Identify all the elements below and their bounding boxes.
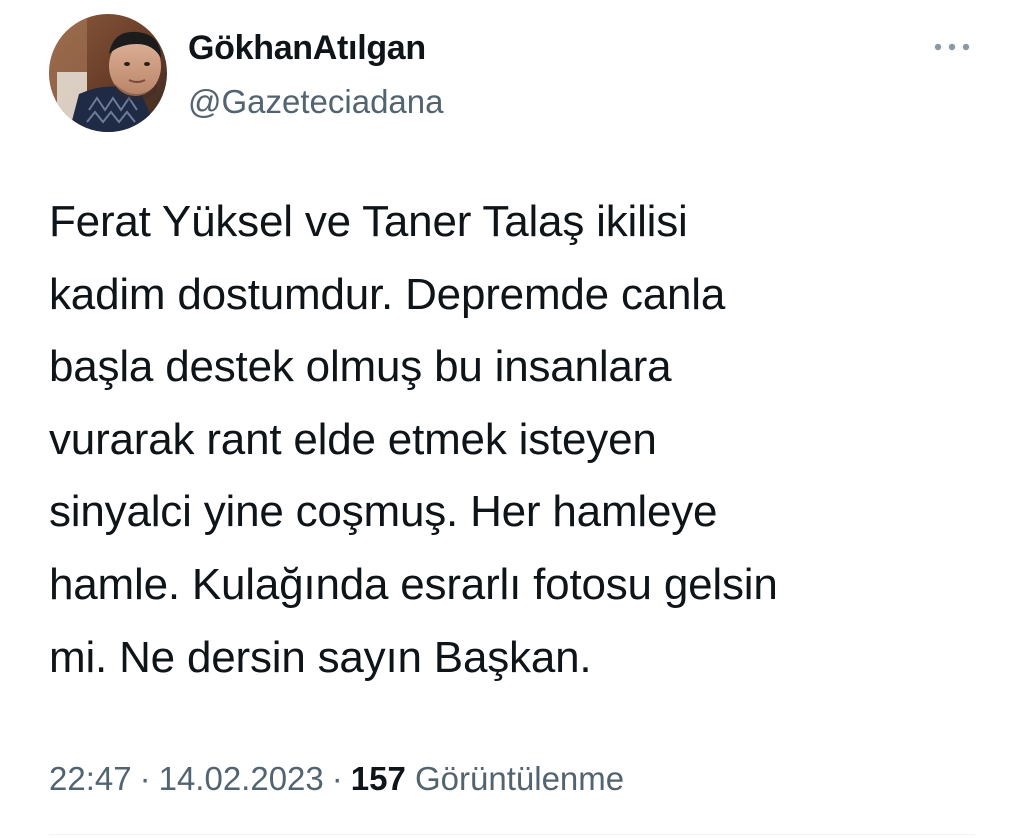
tweet-text: Ferat Yüksel ve Taner Talaş ikilisi kadi… — [49, 197, 778, 682]
author-handle[interactable]: @Gazeteciadana — [188, 82, 444, 122]
tweet-author: GökhanAtılgan @Gazeteciadana — [188, 28, 444, 122]
views-count[interactable]: 157 — [351, 760, 406, 797]
tweet-meta: 22:47 · 14.02.2023 · 157 Görüntülenme — [49, 757, 624, 801]
author-display-name[interactable]: GökhanAtılgan — [188, 28, 444, 68]
tweet: GökhanAtılgan @Gazeteciadana Ferat Yükse… — [0, 0, 1024, 838]
more-options-button[interactable] — [930, 32, 974, 62]
tweet-date[interactable]: 14.02.2023 — [159, 760, 324, 797]
more-options-icon — [934, 43, 970, 51]
profile-avatar[interactable] — [49, 14, 167, 132]
profile-photo-icon — [49, 14, 167, 132]
tweet-time[interactable]: 22:47 — [49, 760, 132, 797]
divider — [49, 834, 975, 835]
views-label[interactable]: Görüntülenme — [415, 760, 624, 797]
meta-separator: · — [331, 760, 343, 797]
meta-separator: · — [139, 760, 151, 797]
